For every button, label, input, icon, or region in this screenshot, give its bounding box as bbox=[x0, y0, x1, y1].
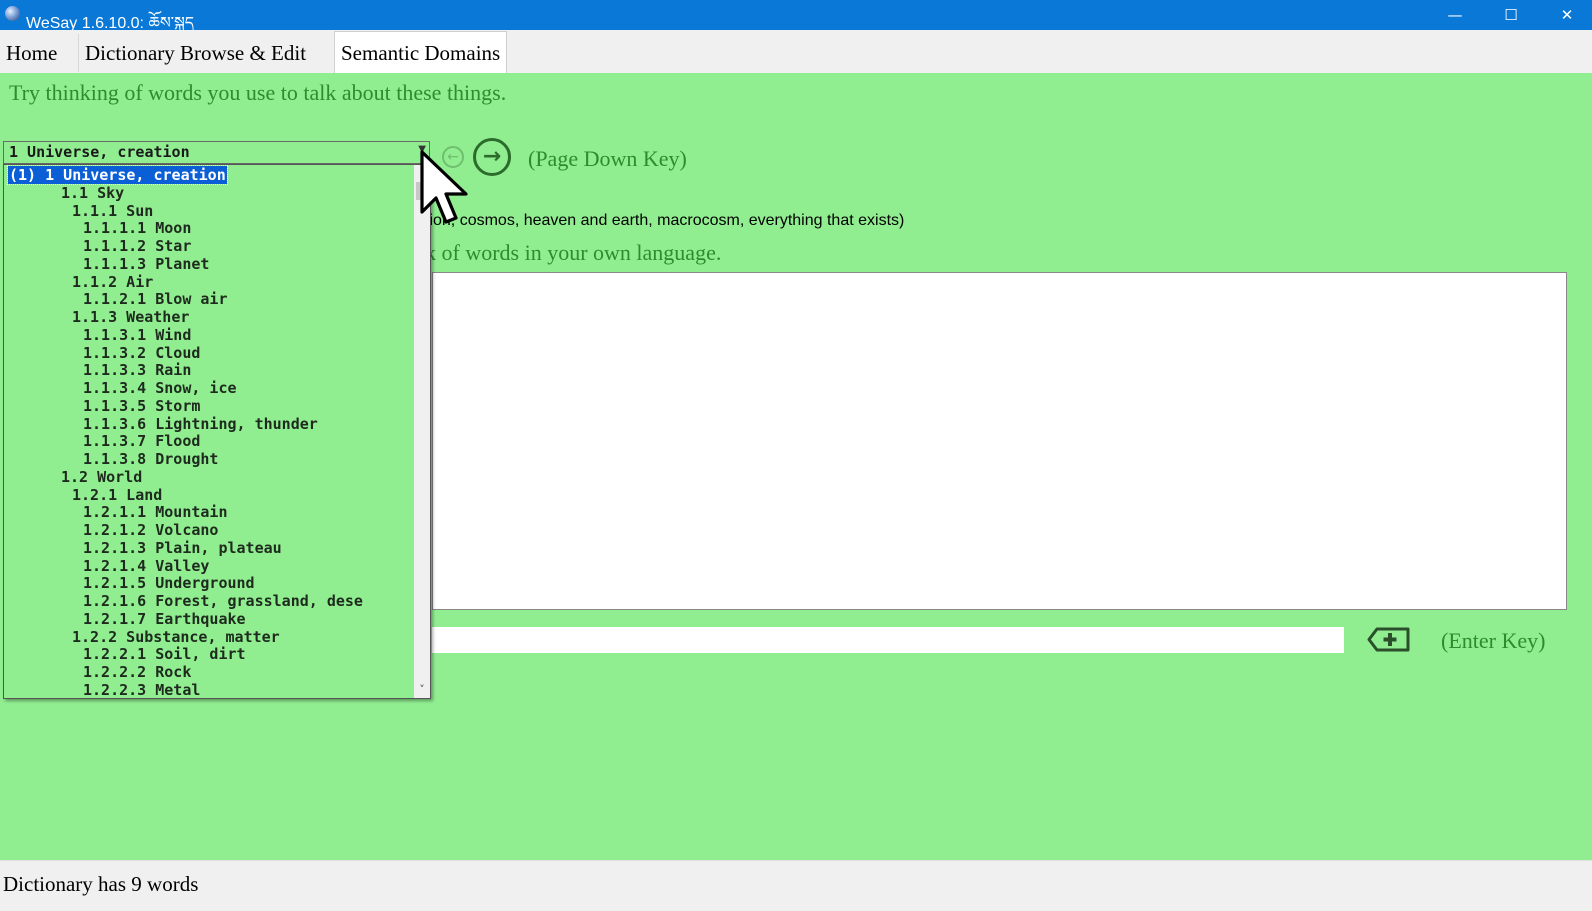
domain-list-item-label: 1.1.3.6 Lightning, thunder bbox=[83, 414, 318, 433]
domain-list-item[interactable]: 1.1.3.2 Cloud bbox=[83, 344, 200, 362]
new-word-input[interactable] bbox=[432, 627, 1344, 653]
domain-list-item-label: 1.1.3.5 Storm bbox=[83, 396, 201, 415]
domain-list-item-label: 1.1.1.2 Star bbox=[83, 237, 192, 255]
domain-list: (1) 1 Universe, creation 1.1 Sky 1.1.1 Sun… bbox=[4, 165, 412, 698]
domain-list-item-label: 1.1.3.1 Wind bbox=[83, 325, 192, 344]
scroll-down-icon[interactable]: ˅ bbox=[414, 682, 430, 698]
tab-semantic-domains[interactable]: Semantic Domains bbox=[334, 31, 508, 74]
domain-list-item[interactable]: 1.2.1 Land bbox=[72, 486, 162, 504]
domain-list-item-label: 1.2.2.2 Rock bbox=[83, 663, 192, 681]
domain-combo-box[interactable]: 1 Universe, creation ▼ bbox=[3, 141, 430, 164]
domain-list-item-label: 1.2.1.3 Plain, plateau bbox=[83, 538, 282, 557]
words-list-box[interactable] bbox=[432, 272, 1567, 610]
domain-list-item-label: 1.2.2.3 Metal bbox=[83, 680, 201, 698]
domain-list-item-label: (1) 1 Universe, creation bbox=[7, 165, 228, 185]
domain-list-item-label: 1.1 Sky bbox=[61, 183, 125, 202]
domain-list-item-label: 1.2.1.4 Valley bbox=[83, 556, 210, 575]
domain-list-item[interactable]: 1.2 World bbox=[61, 468, 142, 486]
domain-list-item-label: 1.2.1 Land bbox=[72, 485, 163, 504]
think-words-prompt: k of words in your own language. bbox=[425, 240, 722, 265]
domain-list-item[interactable]: 1.1.1.2 Star bbox=[83, 237, 191, 255]
domain-list-item-label: 1.1.3.3 Rain bbox=[83, 361, 192, 380]
close-button[interactable]: ✕ bbox=[1544, 0, 1590, 30]
domain-list-item[interactable]: 1.2.1.7 Earthquake bbox=[83, 610, 246, 628]
domain-list-item[interactable]: 1.1.3.5 Storm bbox=[83, 397, 200, 415]
domain-list-item[interactable]: 1.2.1.5 Underground bbox=[83, 574, 255, 592]
domain-list-item-label: 1.2.1.5 Underground bbox=[83, 574, 255, 593]
domain-list-item-label: 1.1.3.2 Cloud bbox=[83, 343, 201, 362]
domain-list-item[interactable]: 1.2.2.3 Metal bbox=[83, 681, 200, 698]
domain-combo-value: 1 Universe, creation bbox=[9, 143, 190, 161]
domain-list-item-label: 1.1.3 Weather bbox=[72, 308, 190, 326]
enter-key-hint: (Enter Key) bbox=[1441, 628, 1546, 653]
domain-list-item[interactable]: 1.1.3.1 Wind bbox=[83, 326, 191, 344]
domain-list-item[interactable]: 1.1.2 Air bbox=[72, 273, 153, 291]
domain-description: tion, cosmos, heaven and earth, macrocos… bbox=[425, 212, 905, 229]
domain-list-item-label: 1.2.1.7 Earthquake bbox=[83, 609, 246, 628]
minimize-button[interactable]: — bbox=[1432, 0, 1478, 30]
domain-list-item[interactable]: 1.1.1.1 Moon bbox=[83, 219, 191, 237]
domain-list-item[interactable]: 1.1.3.4 Snow, ice bbox=[83, 379, 237, 397]
domain-list-item-label: 1.2 World bbox=[61, 467, 143, 486]
domain-list-item-label: 1.2.1.6 Forest, grassland, dese bbox=[83, 592, 363, 610]
domain-list-item-label: 1.1.3.4 Snow, ice bbox=[83, 379, 237, 397]
domain-list-item[interactable]: 1.1.3 Weather bbox=[72, 308, 189, 326]
title-bar: WeSay 1.6.10.0: ཆོས་སྐད — ☐ ✕ bbox=[0, 0, 1592, 32]
domain-list-item[interactable]: 1.1.3.3 Rain bbox=[83, 361, 191, 379]
domain-list-item[interactable]: 1.1.1.3 Planet bbox=[83, 255, 209, 273]
domain-list-item[interactable]: 1.1.3.7 Flood bbox=[83, 432, 200, 450]
domain-list-item-label: 1.1.3.8 Drought bbox=[83, 450, 219, 468]
domain-list-item[interactable]: 1.1.1 Sun bbox=[72, 202, 153, 220]
domain-list-item[interactable]: 1.1 Sky bbox=[61, 184, 124, 202]
maximize-button[interactable]: ☐ bbox=[1488, 0, 1534, 30]
domain-list-item-label: 1.2.2 Substance, matter bbox=[72, 627, 280, 646]
domain-list-item[interactable]: 1.2.2.2 Rock bbox=[83, 663, 191, 681]
add-word-button[interactable] bbox=[1367, 627, 1411, 652]
tab-home[interactable]: Home bbox=[0, 34, 63, 72]
domain-list-item-label: 1.1.2 Air bbox=[72, 272, 154, 291]
domain-list-item[interactable]: 1.2.1.2 Volcano bbox=[83, 521, 218, 539]
domain-list-item[interactable]: 1.2.1.6 Forest, grassland, dese bbox=[83, 592, 363, 610]
dropdown-scrollbar[interactable]: ˄ ˅ bbox=[414, 165, 430, 698]
instruction-prompt: Try thinking of words you use to talk ab… bbox=[9, 80, 507, 105]
app-globe-icon bbox=[5, 6, 20, 21]
domain-list-item[interactable]: 1.2.1.3 Plain, plateau bbox=[83, 539, 282, 557]
domain-list-item-label: 1.1.1 Sun bbox=[72, 201, 154, 220]
next-domain-button[interactable]: → bbox=[473, 138, 511, 176]
domain-list-item[interactable]: 1.2.2.1 Soil, dirt bbox=[83, 645, 246, 663]
status-bar bbox=[0, 860, 1592, 911]
domain-list-item-label: 1.2.2.1 Soil, dirt bbox=[83, 645, 246, 664]
domain-list-item-label: 1.1.1.3 Planet bbox=[83, 254, 210, 273]
domain-list-item[interactable]: 1.2.2 Substance, matter bbox=[72, 628, 280, 646]
domain-list-item-label: 1.1.3.7 Flood bbox=[83, 432, 201, 451]
tab-dictionary-browse-edit[interactable]: Dictionary Browse & Edit bbox=[78, 34, 312, 72]
domain-list-item[interactable]: 1.1.2.1 Blow air bbox=[83, 290, 228, 308]
domain-list-item-label: 1.1.2.1 Blow air bbox=[83, 290, 228, 309]
domain-list-item-label: 1.2.1.1 Mountain bbox=[83, 503, 228, 522]
domain-list-item[interactable]: 1.2.1.1 Mountain bbox=[83, 503, 228, 521]
domain-list-item[interactable]: (1) 1 Universe, creation bbox=[7, 165, 228, 185]
domain-list-item-label: 1.2.1.2 Volcano bbox=[83, 521, 219, 539]
mouse-pointer-icon bbox=[420, 150, 468, 224]
status-word-count: Dictionary has 9 words bbox=[3, 872, 199, 896]
domain-list-item[interactable]: 1.1.3.6 Lightning, thunder bbox=[83, 415, 318, 433]
domain-list-item-label: 1.1.1.1 Moon bbox=[83, 219, 192, 238]
domain-list-item[interactable]: 1.2.1.4 Valley bbox=[83, 557, 209, 575]
page-down-hint: (Page Down Key) bbox=[528, 146, 687, 171]
domain-list-item[interactable]: 1.1.3.8 Drought bbox=[83, 450, 218, 468]
domain-dropdown-list[interactable]: (1) 1 Universe, creation 1.1 Sky 1.1.1 Sun… bbox=[3, 164, 431, 699]
